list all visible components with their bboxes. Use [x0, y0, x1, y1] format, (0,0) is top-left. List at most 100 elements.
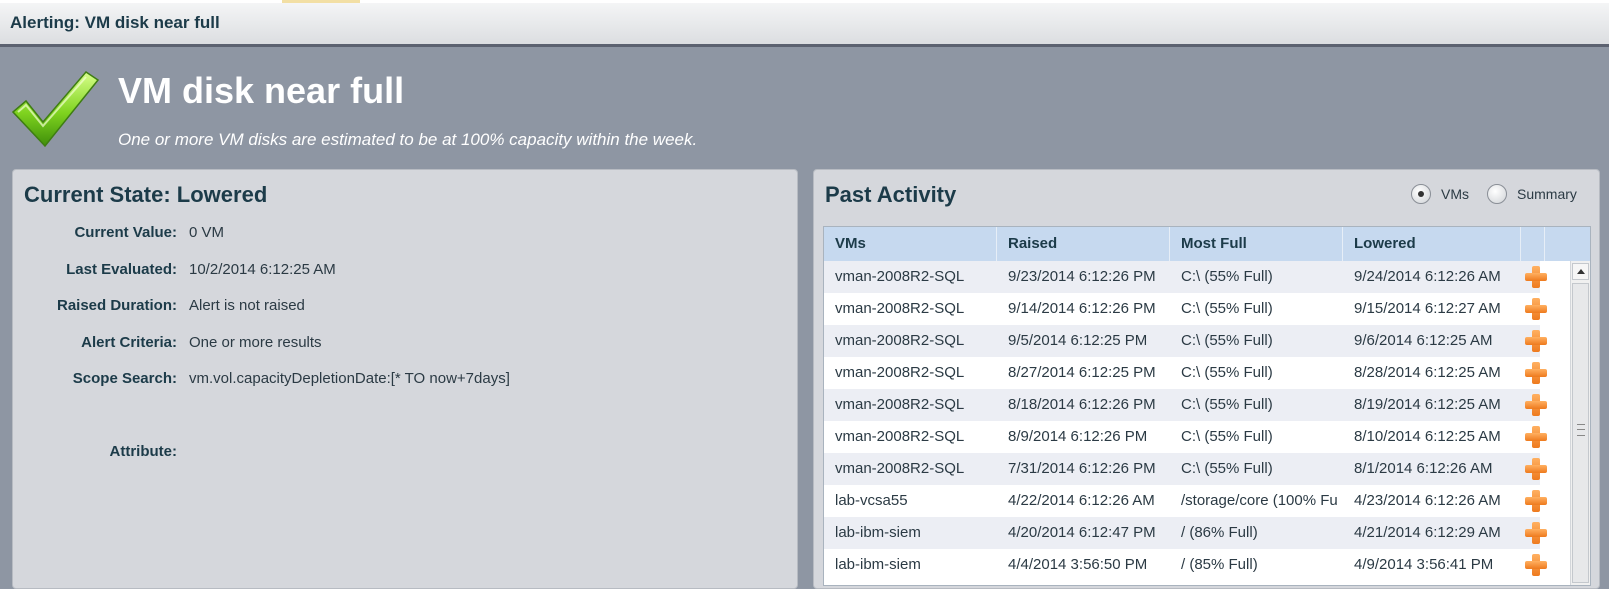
field-label: Current Value:	[74, 224, 177, 241]
radio-summary-label[interactable]: Summary	[1517, 186, 1577, 202]
cell-vm: lab-ibm-siem	[835, 524, 921, 541]
table-header: VMs Raised Most Full Lowered	[824, 227, 1590, 261]
field-label: Last Evaluated:	[66, 261, 177, 278]
cell-raised: 9/5/2014 6:12:25 PM	[1008, 332, 1148, 349]
table-row[interactable]: vman-2008R2-SQL 9/14/2014 6:12:26 PM C:\ (…	[824, 293, 1547, 325]
scroll-grip-icon	[1577, 424, 1585, 436]
cell-lowered: 9/15/2014 6:12:27 AM	[1354, 300, 1501, 317]
field-attribute: Attribute:	[13, 443, 783, 465]
plus-icon[interactable]	[1524, 489, 1548, 513]
plus-icon[interactable]	[1524, 361, 1548, 385]
radio-summary[interactable]	[1487, 184, 1507, 204]
cell-lowered: 8/1/2014 6:12:26 AM	[1354, 460, 1493, 477]
field-raised-duration: Raised Duration: Alert is not raised	[13, 297, 783, 319]
cell-vm: vman-2008R2-SQL	[835, 300, 965, 317]
column-header-action	[1521, 227, 1545, 261]
cell-lowered: 9/24/2014 6:12:26 AM	[1354, 268, 1501, 285]
cell-lowered: 4/21/2014 6:12:29 AM	[1354, 524, 1501, 541]
past-activity-title: Past Activity	[825, 182, 957, 207]
cell-vm: vman-2008R2-SQL	[835, 364, 965, 381]
table-row[interactable]: lab-ibm-siem 4/20/2014 6:12:47 PM / (86% F…	[824, 517, 1547, 549]
table-row[interactable]: vman-2008R2-SQL 9/23/2014 6:12:26 PM C:\ (…	[824, 261, 1547, 293]
plus-icon[interactable]	[1524, 297, 1548, 321]
cell-most-full: C:\ (55% Full)	[1181, 460, 1273, 477]
table-scrollbar[interactable]	[1570, 261, 1590, 585]
field-label: Alert Criteria:	[81, 334, 177, 351]
table-row[interactable]: vman-2008R2-SQL 8/27/2014 6:12:25 PM C:\ (…	[824, 357, 1547, 389]
plus-icon[interactable]	[1524, 329, 1548, 353]
cell-raised: 7/31/2014 6:12:26 PM	[1008, 460, 1156, 477]
radio-vms-label[interactable]: VMs	[1441, 186, 1469, 202]
field-scope-search: Scope Search: vm.vol.capacityDepletionDa…	[13, 370, 783, 392]
cell-raised: 9/23/2014 6:12:26 PM	[1008, 268, 1156, 285]
cell-vm: vman-2008R2-SQL	[835, 268, 965, 285]
table-row[interactable]: vman-2008R2-SQL 8/18/2014 6:12:26 PM C:\ (…	[824, 389, 1547, 421]
table-row[interactable]: vman-2008R2-SQL 7/31/2014 6:12:26 PM C:\ (…	[824, 453, 1547, 485]
cell-lowered: 8/10/2014 6:12:25 AM	[1354, 428, 1501, 445]
field-value: 0 VM	[189, 224, 225, 241]
cell-most-full: C:\ (55% Full)	[1181, 396, 1273, 413]
field-value: Alert is not raised	[189, 297, 305, 314]
cell-most-full: C:\ (55% Full)	[1181, 300, 1273, 317]
cell-raised: 8/18/2014 6:12:26 PM	[1008, 396, 1156, 413]
scroll-up-button[interactable]	[1572, 263, 1589, 280]
plus-icon[interactable]	[1524, 265, 1548, 289]
cell-vm: lab-ibm-siem	[835, 556, 921, 573]
cell-most-full: / (86% Full)	[1181, 524, 1258, 541]
field-current-value: Current Value: 0 VM	[13, 224, 783, 246]
alert-title: VM disk near full	[118, 70, 405, 111]
field-last-evaluated: Last Evaluated: 10/2/2014 6:12:25 AM	[13, 261, 783, 283]
field-value: vm.vol.capacityDepletionDate:[* TO now+7…	[189, 370, 510, 387]
checkmark-icon	[11, 71, 100, 148]
cell-most-full: C:\ (55% Full)	[1181, 268, 1273, 285]
activity-table: VMs Raised Most Full Lowered vman-2008R2…	[823, 226, 1591, 586]
table-row[interactable]: vman-2008R2-SQL 8/9/2014 6:12:26 PM C:\ (5…	[824, 421, 1547, 453]
current-state-panel: Current State: Lowered Current Value: 0 …	[12, 169, 798, 589]
current-state-title: Current State: Lowered	[24, 182, 268, 207]
cell-raised: 8/27/2014 6:12:25 PM	[1008, 364, 1156, 381]
cell-most-full: /storage/core (100% Fu	[1181, 492, 1338, 509]
past-activity-panel: Past Activity VMs Summary VMs Raised Mos…	[813, 169, 1600, 589]
cell-lowered: 9/6/2014 6:12:25 AM	[1354, 332, 1493, 349]
cell-lowered: 4/9/2014 3:56:41 PM	[1354, 556, 1494, 573]
scroll-thumb[interactable]	[1572, 283, 1589, 583]
plus-icon[interactable]	[1524, 393, 1548, 417]
column-header-vms[interactable]: VMs	[824, 227, 997, 261]
cell-raised: 8/9/2014 6:12:26 PM	[1008, 428, 1148, 445]
plus-icon[interactable]	[1524, 425, 1548, 449]
window-title: Alerting: VM disk near full	[10, 13, 220, 32]
cell-vm: vman-2008R2-SQL	[835, 332, 965, 349]
cell-most-full: C:\ (55% Full)	[1181, 428, 1273, 445]
cell-most-full: / (85% Full)	[1181, 556, 1258, 573]
column-header-raised[interactable]: Raised	[997, 227, 1170, 261]
alert-description: One or more VM disks are estimated to be…	[118, 130, 698, 149]
cell-vm: vman-2008R2-SQL	[835, 396, 965, 413]
cell-most-full: C:\ (55% Full)	[1181, 364, 1273, 381]
plus-icon[interactable]	[1524, 553, 1548, 577]
field-label: Raised Duration:	[56, 297, 177, 314]
table-row[interactable]: vman-2008R2-SQL 9/5/2014 6:12:25 PM C:\ (5…	[824, 325, 1547, 357]
field-value: 10/2/2014 6:12:25 AM	[189, 261, 336, 278]
field-value: One or more results	[189, 334, 322, 351]
radio-vms[interactable]	[1411, 184, 1431, 204]
cell-lowered: 8/28/2014 6:12:25 AM	[1354, 364, 1501, 381]
field-label: Scope Search:	[72, 370, 177, 387]
plus-icon[interactable]	[1524, 521, 1548, 545]
view-toggle: VMs Summary	[1411, 184, 1587, 206]
table-row[interactable]: lab-ibm-siem 4/4/2014 3:56:50 PM / (85% Fu…	[824, 549, 1547, 581]
cell-raised: 4/4/2014 3:56:50 PM	[1008, 556, 1148, 573]
alert-header: VM disk near full One or more VM disks a…	[0, 50, 1609, 168]
column-header-most-full[interactable]: Most Full	[1170, 227, 1343, 261]
radio-selected-dot	[1418, 191, 1424, 197]
cell-lowered: 8/19/2014 6:12:25 AM	[1354, 396, 1501, 413]
cell-most-full: C:\ (55% Full)	[1181, 332, 1273, 349]
table-row[interactable]: lab-vcsa55 4/22/2014 6:12:26 AM/storage/c…	[824, 485, 1547, 517]
column-header-lowered[interactable]: Lowered	[1343, 227, 1521, 261]
cell-raised: 4/22/2014 6:12:26 AM	[1008, 492, 1155, 509]
plus-icon[interactable]	[1524, 457, 1548, 481]
field-alert-criteria: Alert Criteria: One or more results	[13, 334, 783, 356]
cell-lowered: 4/23/2014 6:12:26 AM	[1354, 492, 1501, 509]
cell-vm: lab-vcsa55	[835, 492, 908, 509]
cell-raised: 9/14/2014 6:12:26 PM	[1008, 300, 1156, 317]
cell-vm: vman-2008R2-SQL	[835, 460, 965, 477]
